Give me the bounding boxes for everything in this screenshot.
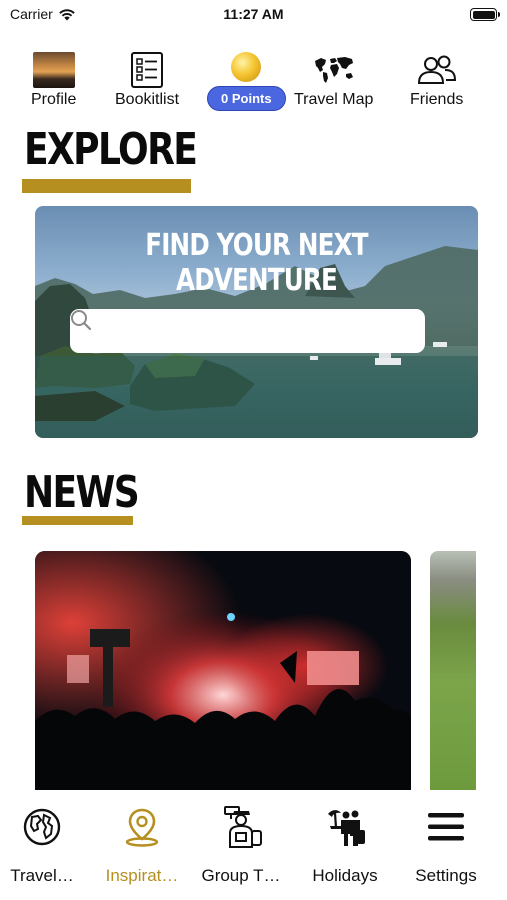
news-card-next[interactable]: [430, 551, 476, 791]
tab-settings[interactable]: Settings: [400, 804, 492, 886]
tab-travel-label: Travel…: [10, 866, 74, 885]
news-card-concert[interactable]: [35, 551, 411, 791]
tab-settings-label: Settings: [415, 866, 477, 885]
tab-bar: Travel… Inspirat… Group T… Holidays Sett…: [0, 790, 507, 900]
search-field[interactable]: [70, 309, 425, 353]
search-input[interactable]: [88, 322, 388, 340]
world-map-icon: [314, 57, 353, 83]
coin-icon: [231, 52, 262, 82]
bucketlist-button[interactable]: Bookitlist: [115, 50, 179, 109]
points-button[interactable]: 0 Points: [207, 50, 286, 111]
explore-headline: FIND YOUR NEXT ADVENTURE: [145, 228, 368, 298]
news-heading: NEWS: [24, 467, 140, 518]
concert-image: [35, 551, 411, 791]
tab-inspiration-label: Inspirat…: [105, 866, 179, 885]
travel-map-label: Travel Map: [294, 91, 374, 108]
battery-icon: [470, 8, 500, 21]
explore-heading: EXPLORE: [24, 124, 198, 175]
explore-underline: [22, 179, 191, 193]
profile-button[interactable]: Profile: [31, 50, 76, 109]
friends-label: Friends: [410, 91, 464, 108]
tab-holidays[interactable]: Holidays: [299, 804, 391, 886]
points-badge: 0 Points: [207, 86, 286, 111]
search-icon: [71, 310, 92, 331]
news-underline: [22, 516, 133, 525]
bucketlist-label: Bookitlist: [115, 91, 180, 108]
status-bar: Carrier 11:27 AM: [0, 0, 507, 30]
explore-banner: FIND YOUR NEXT ADVENTURE: [35, 206, 478, 438]
tab-group-travel[interactable]: Group T…: [195, 804, 287, 886]
map-pin-icon: [125, 808, 159, 847]
checklist-icon: [131, 52, 164, 88]
profile-photo: [32, 52, 75, 88]
globe-icon: [23, 808, 61, 846]
traveler-icon: [224, 806, 262, 848]
holiday-icon: [328, 810, 365, 846]
tab-inspiration[interactable]: Inspirat…: [96, 804, 188, 886]
profile-label: Profile: [31, 91, 77, 108]
friends-icon: [417, 55, 456, 84]
friends-button[interactable]: Friends: [410, 50, 463, 109]
top-nav: Profile Bookitlist 0 Points Travel Map F…: [0, 50, 507, 120]
travel-map-button[interactable]: Travel Map: [294, 50, 373, 109]
tab-travel[interactable]: Travel…: [0, 804, 88, 886]
menu-icon: [428, 813, 464, 841]
status-time: 11:27 AM: [223, 6, 284, 22]
tab-group-travel-label: Group T…: [201, 866, 281, 885]
tab-holidays-label: Holidays: [312, 866, 378, 885]
